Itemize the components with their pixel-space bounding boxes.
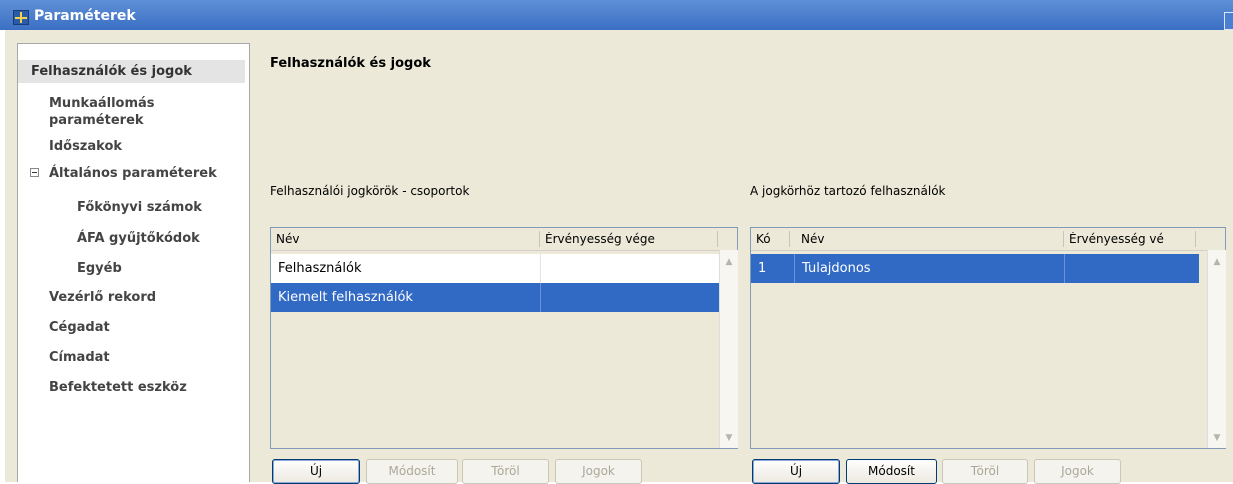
users-delete-button[interactable]: Töröl [942,459,1028,484]
users-rights-button[interactable]: Jogok [1034,459,1121,484]
column-header-ervenyesseg-vege[interactable]: Érvényesség vé [1069,232,1169,246]
users-modify-button[interactable]: Módosít [846,459,937,484]
app-icon [13,10,29,25]
cell-valid-until [540,283,719,312]
cell-name: Tulajdonos [794,254,1064,283]
groups-new-button[interactable]: Új [272,459,360,484]
sidebar-item-label: Címadat [49,350,110,365]
sidebar-item-munkaallomas[interactable]: Munkaállomás paraméterek [49,95,155,129]
scroll-down-icon[interactable]: ▼ [723,432,735,444]
sidebar-item-afa-gyujtokodok[interactable]: ÁFA gyűjtőkódok [77,230,200,247]
sidebar-item-idoszakok[interactable]: Időszakok [49,138,122,155]
groups-vertical-scrollbar[interactable]: ▲ ▼ [719,250,738,448]
cell-name: Kiemelt felhasználók [271,283,540,312]
users-grid-header: Kó Név Érvényesség vé [751,228,1207,251]
sidebar-item-label: Felhasználók és jogok [31,64,192,79]
users-vertical-scrollbar[interactable]: ▲ ▼ [1207,250,1226,448]
column-header-nev[interactable]: Név [276,232,299,246]
users-grid: Kó Név Érvényesség vé 1 Tulajdonos ▲ ▼ [750,227,1226,449]
groups-rights-button[interactable]: Jogok [555,459,642,484]
column-header-nev[interactable]: Név [801,232,824,246]
sidebar-item-egyeb[interactable]: Egyéb [77,260,122,277]
column-header-kod[interactable]: Kó [756,232,784,246]
cell-valid-until [540,254,719,283]
sidebar-item-cegadat[interactable]: Cégadat [49,319,110,336]
sidebar-item-fokonyvi-szamok[interactable]: Főkönyvi számok [77,199,202,216]
sidebar-item-vezerlo-rekord[interactable]: Vezérlő rekord [49,289,156,306]
users-section-label: A jogkörhöz tartozó felhasználók [750,184,946,198]
sidebar-item-label: Cégadat [49,320,110,335]
sidebar-item-felhasznalok-es-jogok[interactable]: Felhasználók és jogok [18,60,245,83]
users-new-button[interactable]: Új [752,459,840,484]
sidebar-item-label: Befektetett eszköz [49,380,187,395]
scroll-up-icon[interactable]: ▲ [1211,256,1223,268]
sidebar-tree: Felhasználók és jogok Munkaállomás paramé… [17,43,250,482]
window-titlebar: Paraméterek [0,0,1233,30]
sidebar-item-label: Vezérlő rekord [49,290,157,305]
scroll-up-icon[interactable]: ▲ [723,256,735,268]
window-title: Paraméterek [34,8,136,24]
sidebar-item-label: Főkönyvi számok [77,200,202,215]
sidebar-item-label: ÁFA gyűjtőkódok [77,231,200,246]
sidebar-item-label: Általános paraméterek [49,166,217,181]
cell-valid-until [1064,254,1199,283]
groups-grid: Név Érvényesség vége Felhasználók Kiemel… [270,227,738,449]
sidebar-item-label: paraméterek [49,113,144,128]
groups-modify-button[interactable]: Módosít [366,459,458,484]
sidebar-item-label: Egyéb [77,261,122,276]
column-header-ervenyesseg-vege[interactable]: Érvényesség vége [545,232,655,246]
sidebar-item-label: Időszakok [49,139,123,154]
sidebar-item-cimadat[interactable]: Címadat [49,349,110,366]
groups-section-label: Felhasználói jogkörök - csoportok [270,184,470,198]
collapse-icon[interactable] [30,168,39,177]
cell-name: Felhasználók [271,254,540,283]
cell-code: 1 [751,254,794,283]
sidebar-item-befektetett-eszkoz[interactable]: Befektetett eszköz [49,379,187,396]
groups-grid-header: Név Érvényesség vége [271,228,719,251]
sidebar-item-label: Munkaállomás [49,96,155,111]
sidebar-item-altalanos-parameterek[interactable]: Általános paraméterek [49,165,217,182]
scroll-down-icon[interactable]: ▼ [1211,432,1223,444]
window-control-button[interactable] [1224,12,1233,30]
page-title: Felhasználók és jogok [270,56,431,71]
groups-delete-button[interactable]: Töröl [462,459,549,484]
